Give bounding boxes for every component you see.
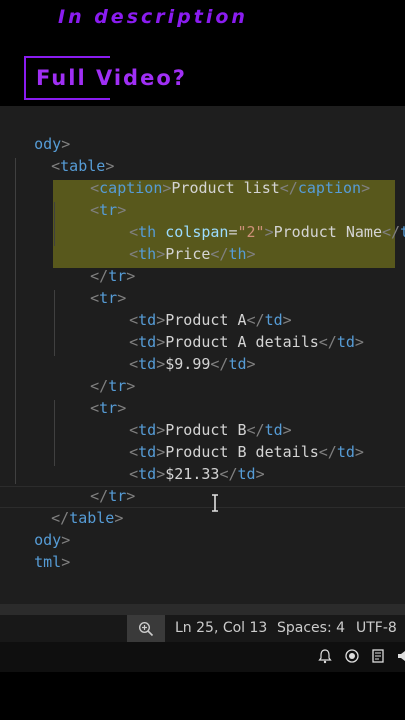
code-line: <caption>Product list</caption> — [90, 179, 371, 197]
code-line: </tr> — [90, 377, 136, 395]
zoom-button[interactable] — [127, 615, 165, 642]
cursor-position[interactable]: Ln 25, Col 13 — [175, 615, 267, 642]
speaker-icon[interactable] — [396, 648, 405, 664]
code-line: <tr> — [90, 289, 127, 307]
encoding-setting[interactable]: UTF-8 — [356, 615, 397, 642]
zoom-in-icon — [138, 621, 154, 636]
code-line: <tr> — [90, 201, 127, 219]
system-tray — [0, 642, 405, 672]
code-line: <td>Product B details</td> — [129, 443, 364, 461]
code-line: <td>$9.99</td> — [129, 355, 256, 373]
bell-icon[interactable] — [317, 648, 333, 664]
code-line: <td>$21.33</td> — [129, 465, 265, 483]
code-line: tml> — [34, 553, 71, 571]
code-line: ody> — [34, 135, 71, 153]
horizontal-scrollbar[interactable] — [0, 604, 405, 615]
notes-icon[interactable] — [370, 648, 386, 664]
overlay-description-text: In description — [58, 6, 248, 28]
overlay-full-video-text: Full Video? — [36, 66, 187, 90]
code-line: <th colspan="2">Product Name</th — [129, 223, 405, 241]
status-bar: Ln 25, Col 13 Spaces: 4 UTF-8 — [0, 615, 405, 642]
code-line: <table> — [51, 157, 115, 175]
code-line: </tr> — [90, 487, 136, 505]
text-cursor-icon — [212, 494, 218, 512]
broadcast-icon[interactable] — [344, 648, 360, 664]
code-line: <tr> — [90, 399, 127, 417]
code-editor[interactable]: ody> <table> <caption>Product list</capt… — [0, 106, 405, 604]
indent-guide — [15, 158, 16, 484]
code-line: </table> — [51, 509, 124, 527]
code-line: </tr> — [90, 267, 136, 285]
code-line: <td>Product A</td> — [129, 311, 292, 329]
code-line: ody> — [34, 531, 71, 549]
code-line: <th>Price</th> — [129, 245, 256, 263]
code-line: <td>Product A details</td> — [129, 333, 364, 351]
code-line: <td>Product B</td> — [129, 421, 292, 439]
indentation-setting[interactable]: Spaces: 4 — [277, 615, 345, 642]
